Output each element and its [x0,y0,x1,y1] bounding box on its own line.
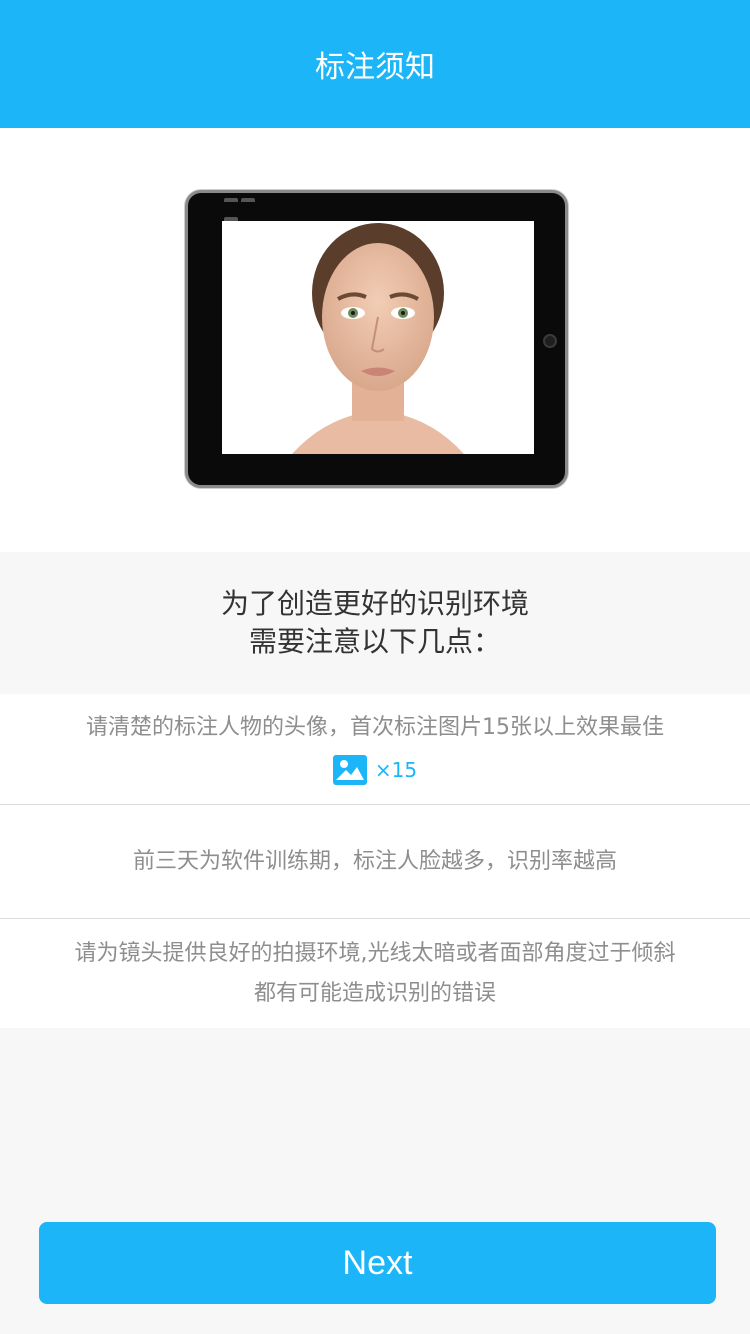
intro-line-1: 为了创造更好的识别环境 [220,587,529,620]
face-portrait [292,223,464,454]
photo-count: ×15 [332,750,418,790]
page-header: 标注须知 [0,0,750,128]
next-button[interactable]: Next [39,1222,716,1304]
tip-item: 前三天为软件训练期，标注人脸越多，识别率越高 [0,805,750,919]
tip-item: 请清楚的标注人物的头像，首次标注图片15张以上效果最佳 ×15 [0,694,750,805]
tablet-buttons [224,187,274,221]
hero-illustration [0,128,750,552]
tip-text: 前三天为软件训练期，标注人脸越多，识别率越高 [132,848,617,874]
tablet-screen [222,221,534,454]
tip-text: 请为镜头提供良好的拍摄环境,光线太暗或者面部角度过于倾斜 [74,940,676,966]
page-title: 标注须知 [315,50,435,85]
tablet-home-button [543,334,557,348]
tip-item: 请为镜头提供良好的拍摄环境,光线太暗或者面部角度过于倾斜 都有可能造成识别的错误 [0,919,750,1028]
tips-list: 请清楚的标注人物的头像，首次标注图片15张以上效果最佳 ×15 前三天为软件训练… [0,694,750,1028]
tablet-illustration [185,190,568,488]
intro-line-2: 需要注意以下几点： [248,625,501,658]
intro-heading: 为了创造更好的识别环境 需要注意以下几点： [0,552,750,694]
image-icon [332,755,367,785]
tip-text-continued: 都有可能造成识别的错误 [253,980,496,1006]
tip-text: 请清楚的标注人物的头像，首次标注图片15张以上效果最佳 [86,715,664,740]
photo-count-value: ×15 [374,758,418,782]
